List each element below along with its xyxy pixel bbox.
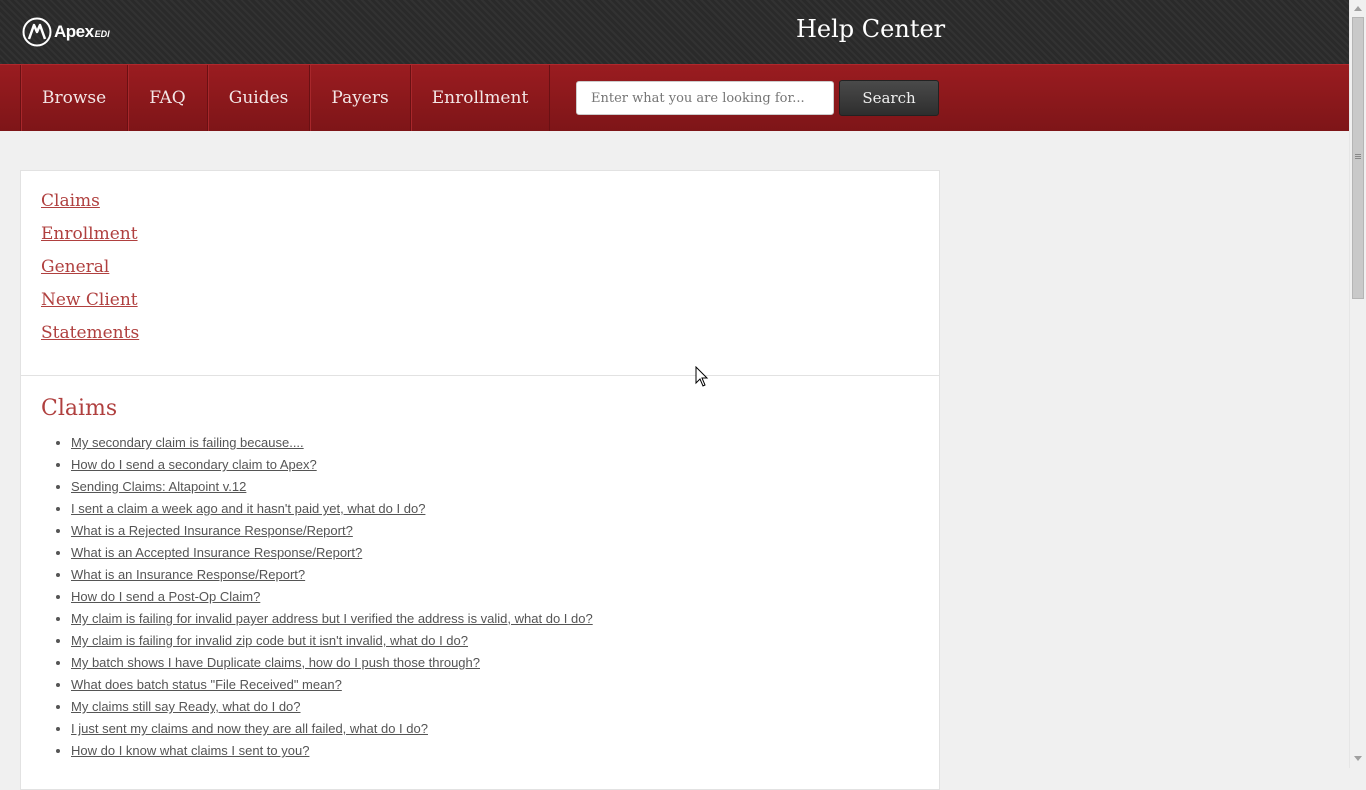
list-item: What is a Rejected Insurance Response/Re… bbox=[71, 523, 939, 545]
scrollbar-grip-icon bbox=[1355, 154, 1361, 160]
list-item: I just sent my claims and now they are a… bbox=[71, 721, 939, 743]
question-link[interactable]: What is an Insurance Response/Report? bbox=[71, 567, 305, 582]
apex-edi-logo[interactable]: Apex EDI bbox=[22, 17, 110, 47]
list-item: My claims still say Ready, what do I do? bbox=[71, 699, 939, 721]
category-link-claims[interactable]: Claims bbox=[41, 191, 100, 211]
list-item: What is an Insurance Response/Report? bbox=[71, 567, 939, 589]
category-item: Statements bbox=[41, 323, 919, 356]
list-item: How do I know what claims I sent to you? bbox=[71, 743, 939, 765]
page-title: Help Center bbox=[796, 15, 946, 43]
scroll-down-arrow-icon[interactable] bbox=[1354, 756, 1362, 761]
mouse-cursor-icon bbox=[695, 366, 709, 387]
nav-enrollment[interactable]: Enrollment bbox=[411, 65, 551, 131]
list-item: I sent a claim a week ago and it hasn't … bbox=[71, 501, 939, 523]
category-link-general[interactable]: General bbox=[41, 257, 109, 277]
vertical-scrollbar[interactable] bbox=[1349, 0, 1366, 768]
category-item: Claims bbox=[41, 191, 919, 224]
logo-subtext: EDI bbox=[94, 29, 110, 39]
question-link[interactable]: What is a Rejected Insurance Response/Re… bbox=[71, 523, 353, 538]
list-item: Sending Claims: Altapoint v.12 bbox=[71, 479, 939, 501]
nav-guides[interactable]: Guides bbox=[208, 65, 311, 131]
category-list: Claims Enrollment General New Client Sta… bbox=[21, 171, 939, 376]
category-item: New Client bbox=[41, 290, 919, 323]
nav-faq[interactable]: FAQ bbox=[128, 65, 208, 131]
question-link[interactable]: I sent a claim a week ago and it hasn't … bbox=[71, 501, 425, 516]
question-link[interactable]: What is an Accepted Insurance Response/R… bbox=[71, 545, 362, 560]
list-item: My secondary claim is failing because...… bbox=[71, 435, 939, 457]
question-link[interactable]: How do I send a secondary claim to Apex? bbox=[71, 457, 317, 472]
list-item: How do I send a Post-Op Claim? bbox=[71, 589, 939, 611]
category-link-enrollment[interactable]: Enrollment bbox=[41, 224, 138, 244]
question-link[interactable]: I just sent my claims and now they are a… bbox=[71, 721, 428, 736]
scroll-up-arrow-icon[interactable] bbox=[1354, 6, 1362, 11]
logo-text: Apex bbox=[54, 22, 94, 41]
content-card: Claims Enrollment General New Client Sta… bbox=[20, 170, 940, 790]
section-title: Claims bbox=[41, 396, 118, 421]
nav-payers[interactable]: Payers bbox=[310, 65, 411, 131]
search-input[interactable] bbox=[576, 81, 834, 115]
main-nav: Browse FAQ Guides Payers Enrollment bbox=[20, 65, 551, 131]
list-item: What does batch status "File Received" m… bbox=[71, 677, 939, 699]
scrollbar-thumb[interactable] bbox=[1352, 17, 1364, 299]
question-link[interactable]: My batch shows I have Duplicate claims, … bbox=[71, 655, 480, 670]
question-link[interactable]: Sending Claims: Altapoint v.12 bbox=[71, 479, 246, 494]
category-item: Enrollment bbox=[41, 224, 919, 257]
category-link-statements[interactable]: Statements bbox=[41, 323, 139, 343]
list-item: My batch shows I have Duplicate claims, … bbox=[71, 655, 939, 677]
question-link[interactable]: My claim is failing for invalid payer ad… bbox=[71, 611, 593, 626]
apex-logo-icon bbox=[22, 17, 52, 47]
category-link-new-client[interactable]: New Client bbox=[41, 290, 138, 310]
question-link[interactable]: How do I send a Post-Op Claim? bbox=[71, 589, 260, 604]
nav-browse[interactable]: Browse bbox=[21, 65, 129, 131]
search-button[interactable]: Search bbox=[839, 80, 939, 116]
question-link[interactable]: How do I know what claims I sent to you? bbox=[71, 743, 309, 758]
list-item: What is an Accepted Insurance Response/R… bbox=[71, 545, 939, 567]
list-item: My claim is failing for invalid zip code… bbox=[71, 633, 939, 655]
category-item: General bbox=[41, 257, 919, 290]
list-item: How do I send a secondary claim to Apex? bbox=[71, 457, 939, 479]
question-link[interactable]: My claims still say Ready, what do I do? bbox=[71, 699, 301, 714]
top-header: Apex EDI Help Center bbox=[0, 0, 1349, 64]
question-link[interactable]: My claim is failing for invalid zip code… bbox=[71, 633, 468, 648]
question-link[interactable]: What does batch status "File Received" m… bbox=[71, 677, 342, 692]
list-item: My claim is failing for invalid payer ad… bbox=[71, 611, 939, 633]
question-list: My secondary claim is failing because...… bbox=[21, 435, 939, 765]
question-link[interactable]: My secondary claim is failing because...… bbox=[71, 435, 304, 450]
